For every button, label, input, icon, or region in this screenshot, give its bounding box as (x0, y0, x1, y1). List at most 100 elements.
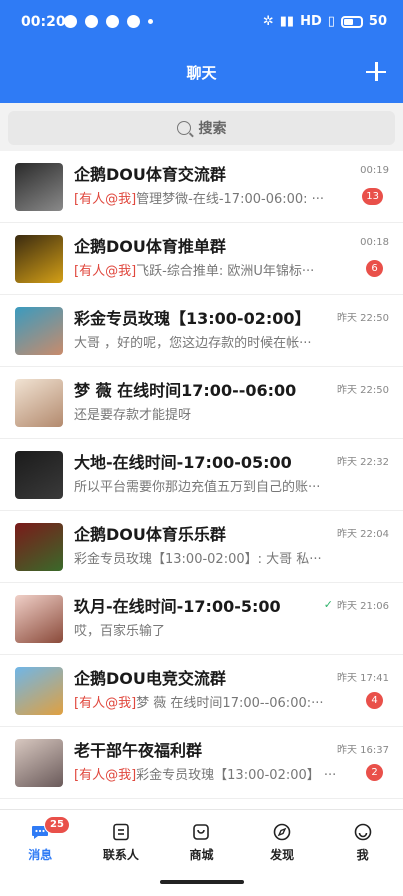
more-dot-icon (148, 19, 153, 24)
chat-time: 昨天 16:37 (337, 741, 389, 756)
chat-preview-text: 彩金专员玫瑰【13:00-02:00】: 大哥 私··· (74, 552, 322, 567)
chat-name: 玖月-在线时间-17:00-5:00 (74, 597, 281, 616)
search-placeholder: 搜索 (198, 121, 227, 137)
chat-list-item[interactable]: 企鹅DOU电竞交流群 昨天 17:41 [有人@我]梦 薇 在线时间17:00-… (0, 655, 403, 727)
tab-contacts[interactable]: 联系人 (81, 810, 162, 871)
page-title: 聊天 (186, 64, 217, 82)
chat-preview-text: 飞跃-综合推单: 欧洲U年锦标··· (136, 264, 315, 279)
home-indicator[interactable] (160, 880, 244, 884)
avatar (15, 595, 63, 643)
messages-badge: 25 (44, 816, 70, 834)
notification-dot-icon (64, 15, 77, 28)
chat-name: 大地-在线时间-17:00-05:00 (74, 453, 292, 472)
chat-preview: 还是要存款才能提呀 (74, 404, 354, 423)
read-check-icon: ✓ (323, 598, 333, 611)
tab-label: 消息 (28, 848, 53, 862)
chat-preview-text: 管理梦微-在线-17:00-06:00: ··· (136, 192, 325, 207)
tab-compass[interactable]: 发现 (242, 810, 323, 871)
compass-icon (272, 822, 292, 842)
chat-list-item[interactable]: 企鹅DOU体育推单群 00:18 [有人@我]飞跃-综合推单: 欧洲U年锦标··… (0, 223, 403, 295)
contacts-icon (111, 822, 131, 842)
tab-label: 我 (356, 848, 369, 862)
chat-list-item[interactable]: 梦 薇 在线时间17:00--06:00 昨天 22:50 还是要存款才能提呀 (0, 367, 403, 439)
chat-list-item[interactable]: 玖月-在线时间-17:00-5:00 ✓ 昨天 21:06 哎，百家乐输了 (0, 583, 403, 655)
chat-time-text: 昨天 22:50 (337, 313, 389, 324)
tab-shop-bag[interactable]: 商城 (161, 810, 242, 871)
chat-time: 昨天 17:41 (337, 669, 389, 684)
bottom-tab-bar: 消息 25 联系人 商城 发现 我 (0, 809, 403, 871)
chat-preview-text: 大哥 ，好的呢，您这边存款的时候在帐··· (74, 336, 312, 351)
chat-time: ✓ 昨天 21:06 (324, 597, 389, 612)
app-header: 00:20 ✲ ▮▮ HD ▯ 50 聊天 (0, 0, 403, 103)
shop-bag-icon (191, 822, 211, 842)
chat-time: 00:18 (360, 237, 389, 248)
chat-list-item[interactable]: 老干部午夜福利群 昨天 16:37 [有人@我]彩金专员玫瑰【13:00-02:… (0, 727, 403, 799)
tab-chat-bubble[interactable]: 消息 25 (0, 810, 81, 871)
chat-preview: [有人@我]飞跃-综合推单: 欧洲U年锦标··· (74, 260, 354, 279)
chat-time: 昨天 22:50 (337, 381, 389, 396)
chat-time: 00:19 (360, 165, 389, 176)
status-bar: 00:20 ✲ ▮▮ HD ▯ 50 (0, 0, 403, 46)
chat-preview: 所以平台需要你那边充值五万到自己的账··· (74, 476, 354, 495)
smile-face-icon (353, 822, 373, 842)
tab-label: 联系人 (102, 848, 139, 862)
chat-time-text: 00:19 (360, 165, 389, 176)
avatar (15, 163, 63, 211)
wifi-icon: ▯ (327, 14, 335, 29)
avatar (15, 451, 63, 499)
chat-preview: [有人@我]彩金专员玫瑰【13:00-02:00】 ··· (74, 764, 354, 783)
battery-level: 50 (368, 14, 387, 29)
chat-time: 昨天 22:50 (337, 309, 389, 324)
chat-time-text: 昨天 22:04 (337, 529, 389, 540)
chat-time: 昨天 22:32 (337, 453, 389, 468)
tab-label: 发现 (270, 848, 295, 862)
tab-smile-face[interactable]: 我 (322, 810, 403, 871)
chat-name: 老干部午夜福利群 (74, 741, 203, 760)
chat-name: 梦 薇 在线时间17:00--06:00 (74, 381, 297, 400)
status-right: ✲ ▮▮ HD ▯ 50 (263, 14, 387, 29)
avatar (15, 379, 63, 427)
search-input[interactable]: 搜索 (8, 111, 395, 145)
chat-time-text: 昨天 21:06 (337, 601, 389, 612)
chat-time-text: 00:18 (360, 237, 389, 248)
notification-icons (64, 15, 153, 28)
chat-preview: [有人@我]管理梦微-在线-17:00-06:00: ··· (74, 188, 354, 207)
network-label: HD (300, 14, 322, 29)
chat-time-text: 昨天 16:37 (337, 745, 389, 756)
chat-preview: [有人@我]梦 薇 在线时间17:00--06:00:··· (74, 692, 354, 711)
battery-icon (340, 15, 363, 28)
chat-preview: 大哥 ，好的呢，您这边存款的时候在帐··· (74, 332, 354, 351)
search-area: 搜索 (0, 103, 403, 151)
mention-tag: [有人@我] (74, 192, 137, 207)
paw-icon (127, 15, 140, 28)
chat-name: 企鹅DOU电竞交流群 (74, 669, 226, 688)
mention-tag: [有人@我] (74, 696, 137, 711)
unread-badge: 6 (366, 260, 383, 277)
chat-time-text: 昨天 22:32 (337, 457, 389, 468)
chat-name: 彩金专员玫瑰【13:00-02:00】 (74, 309, 311, 328)
avatar (15, 667, 63, 715)
chat-preview-text: 还是要存款才能提呀 (74, 408, 192, 423)
chat-list-item[interactable]: 企鹅DOU体育乐乐群 昨天 22:04 彩金专员玫瑰【13:00-02:00】:… (0, 511, 403, 583)
chat-list-item[interactable]: 彩金专员玫瑰【13:00-02:00】 昨天 22:50 大哥 ，好的呢，您这边… (0, 295, 403, 367)
status-time: 00:20 (21, 14, 66, 30)
app-icon (106, 15, 119, 28)
unread-badge: 13 (362, 188, 383, 205)
chat-preview: 哎，百家乐输了 (74, 620, 354, 639)
add-button[interactable] (365, 60, 387, 82)
avatar (15, 739, 63, 787)
chat-preview-text: 梦 薇 在线时间17:00--06:00:··· (136, 696, 324, 711)
message-icon (85, 15, 98, 28)
unread-badge: 2 (366, 764, 383, 781)
unread-badge: 4 (366, 692, 383, 709)
mention-tag: [有人@我] (74, 264, 137, 279)
chat-preview-text: 彩金专员玫瑰【13:00-02:00】 ··· (136, 768, 337, 783)
signal-icon: ▮▮ (279, 14, 295, 29)
avatar (15, 523, 63, 571)
chat-list-item[interactable]: 鹏 (0, 799, 403, 809)
chat-time-text: 昨天 22:50 (337, 385, 389, 396)
chat-name: 企鹅DOU体育乐乐群 (74, 525, 226, 544)
chat-list-item[interactable]: 企鹅DOU体育交流群 00:19 [有人@我]管理梦微-在线-17:00-06:… (0, 151, 403, 223)
chat-list-item[interactable]: 大地-在线时间-17:00-05:00 昨天 22:32 所以平台需要你那边充值… (0, 439, 403, 511)
tab-label: 商城 (189, 848, 214, 862)
